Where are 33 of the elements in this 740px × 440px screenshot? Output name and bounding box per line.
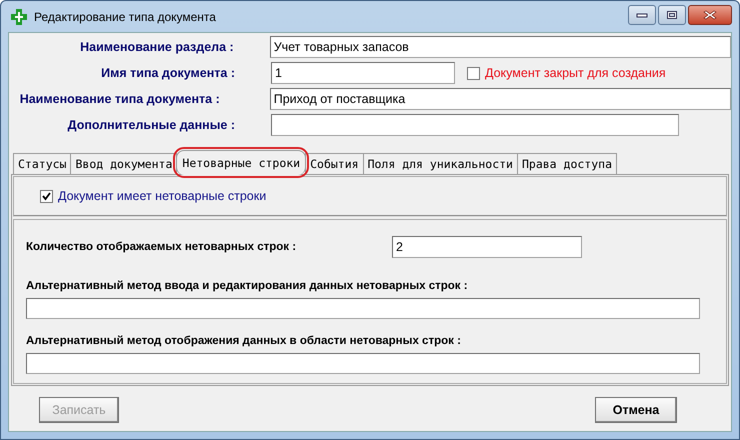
tab[interactable]: Статусы (13, 153, 72, 174)
maximize-icon (666, 10, 678, 20)
field-label: Альтернативный метод отображения данных в области нетоварных строк : (26, 335, 462, 347)
field-label: Альтернативный метод ввода и редактирования данных нетоварных строк : (26, 280, 469, 292)
input-field[interactable] (26, 298, 700, 319)
tab[interactable]: Нетоварные строки (176, 150, 306, 175)
checkbox-label: Документ имеет нетоварные строки (58, 189, 266, 203)
close-button[interactable] (688, 5, 732, 25)
field-label: Наименование типа документа : (18, 92, 220, 106)
minimize-button[interactable] (628, 5, 656, 25)
tab[interactable]: Права доступа (516, 153, 617, 174)
field-label: Наименование раздела : (79, 40, 234, 54)
input-field[interactable] (271, 114, 679, 136)
input-field[interactable] (26, 353, 700, 374)
input-field[interactable]: Приход от поставщика (270, 88, 731, 110)
cross-icon (10, 8, 28, 26)
input-field[interactable]: Учет товарных запасов (270, 36, 731, 58)
input-field[interactable]: 2 (392, 236, 582, 258)
minimize-icon (636, 12, 648, 18)
save-button: Записать (39, 397, 119, 423)
field-label: Дополнительные данные : (66, 118, 235, 132)
checkbox[interactable] (467, 66, 480, 80)
input-field[interactable]: 1 (271, 62, 455, 84)
checkbox-label: Документ закрыт для создания (485, 66, 666, 80)
field-label: Имя типа документа : (100, 66, 235, 80)
close-icon (703, 10, 717, 20)
cancel-button[interactable]: Отмена (595, 397, 677, 423)
tab[interactable]: Ввод документа (70, 153, 178, 174)
field-label: Количество отображаемых нетоварных строк : (26, 241, 298, 253)
tab[interactable]: События (305, 153, 364, 174)
checkbox[interactable] (40, 190, 53, 202)
window-title: Редактирование типа документа (34, 10, 216, 24)
maximize-button[interactable] (658, 5, 686, 25)
